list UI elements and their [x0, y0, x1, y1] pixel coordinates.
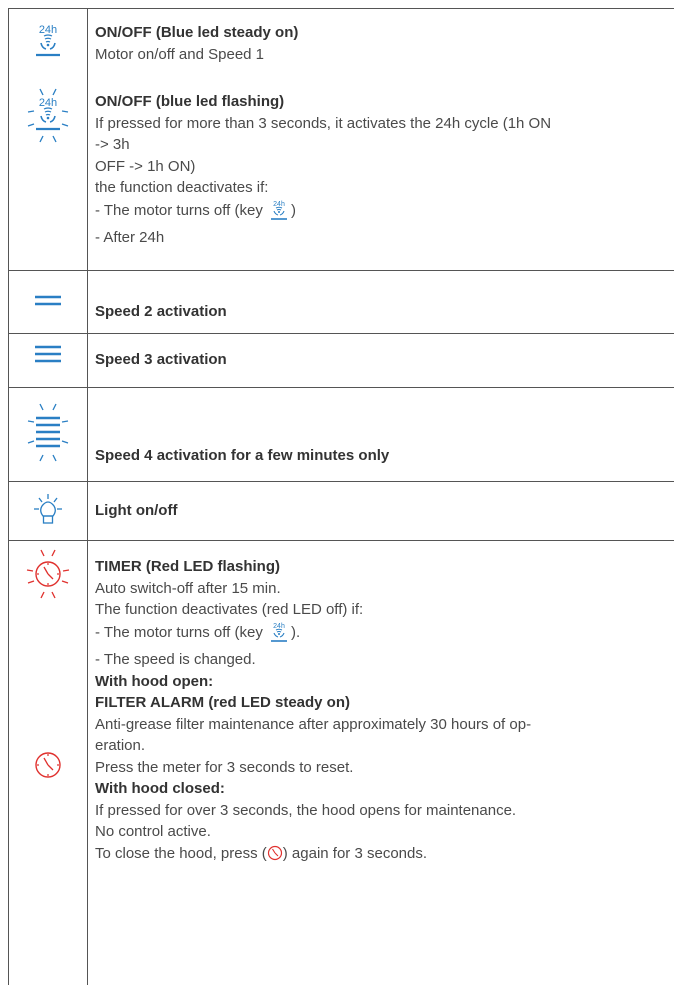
- speed-4-flashing-icon: [8, 401, 87, 465]
- row-light: Light on/off: [95, 500, 674, 522]
- section-heading: With hood closed:: [95, 780, 225, 797]
- section-heading: With hood open:: [95, 672, 214, 690]
- row-description: Auto switch-off after 15 min.: [95, 579, 281, 597]
- row-description: Anti-grease filter maintenance after app…: [95, 715, 532, 733]
- row-description: No control active.: [95, 823, 211, 840]
- row-title: Speed 3 activation: [95, 351, 227, 368]
- row-timer: TIMER (Red LED flashing) Auto switch-off…: [95, 556, 674, 867]
- table-border-top: [8, 8, 674, 9]
- row-title: ON/OFF (Blue led steady on): [95, 24, 299, 41]
- row-speed-3: Speed 3 activation: [95, 349, 674, 371]
- 24h-fan-key-icon: 24h: [269, 199, 289, 228]
- timer-clock-flashing-icon: [8, 548, 87, 600]
- row-divider: [8, 540, 674, 541]
- timer-clock-icon: [8, 751, 87, 779]
- row-speed-4: Speed 4 activation for a few minutes onl…: [95, 445, 674, 467]
- row-description: eration.: [95, 737, 146, 754]
- row-description: - The motor turns off (key 24h).: [95, 621, 674, 650]
- instructions-table: 24h ON/OFF (Blue led steady on) Motor on…: [8, 8, 674, 985]
- row-description: Motor on/off and Speed 1: [95, 45, 265, 63]
- row-title: ON/OFF (blue led flashing): [95, 93, 285, 110]
- row-title: Light on/off: [95, 502, 178, 519]
- row-description: If pressed for more than 3 seconds, it a…: [95, 114, 552, 132]
- row-divider: [8, 333, 674, 334]
- row-description: - The speed is changed.: [95, 651, 256, 668]
- row-description: To close the hood, press () again for 3 …: [95, 843, 674, 868]
- row-title: TIMER (Red LED flashing): [95, 558, 280, 575]
- 24h-fan-key-icon: 24h: [269, 621, 289, 650]
- row-title: Speed 4 activation for a few minutes onl…: [95, 447, 390, 464]
- light-bulb-icon: [8, 493, 87, 527]
- row-description: - The motor turns off (key 24h): [95, 199, 674, 228]
- row-description: The function deactivates (red LED off) i…: [95, 601, 364, 618]
- speed-3-icon: [8, 343, 87, 367]
- row-divider: [8, 270, 674, 271]
- row-description: If pressed for over 3 seconds, the hood …: [95, 801, 517, 819]
- row-divider: [8, 481, 674, 482]
- svg-text:24h: 24h: [38, 97, 56, 109]
- 24h-fan-blue-icon: 24h: [8, 22, 87, 58]
- 24h-fan-blue-flashing-icon: 24h: [8, 86, 87, 146]
- row-description: -> 3h: [95, 136, 130, 153]
- speed-2-icon: [8, 292, 87, 310]
- svg-text:24h: 24h: [38, 24, 56, 36]
- row-speed-2: Speed 2 activation: [95, 301, 674, 323]
- timer-clock-inline-icon: [267, 845, 283, 868]
- row-divider: [8, 387, 674, 388]
- row-description: the function deactivates if:: [95, 179, 269, 196]
- section-heading: FILTER ALARM (red LED steady on): [95, 694, 350, 711]
- row-title: Speed 2 activation: [95, 303, 227, 320]
- row-description: - After 24h: [95, 229, 165, 246]
- row-description: Press the meter for 3 seconds to reset.: [95, 758, 354, 776]
- row-onoff-steady: ON/OFF (Blue led steady on) Motor on/off…: [95, 22, 674, 65]
- table-column-divider: [87, 8, 88, 985]
- row-onoff-flashing: ON/OFF (blue led flashing) If pressed fo…: [95, 91, 674, 249]
- row-description: OFF -> 1h ON): [95, 157, 196, 175]
